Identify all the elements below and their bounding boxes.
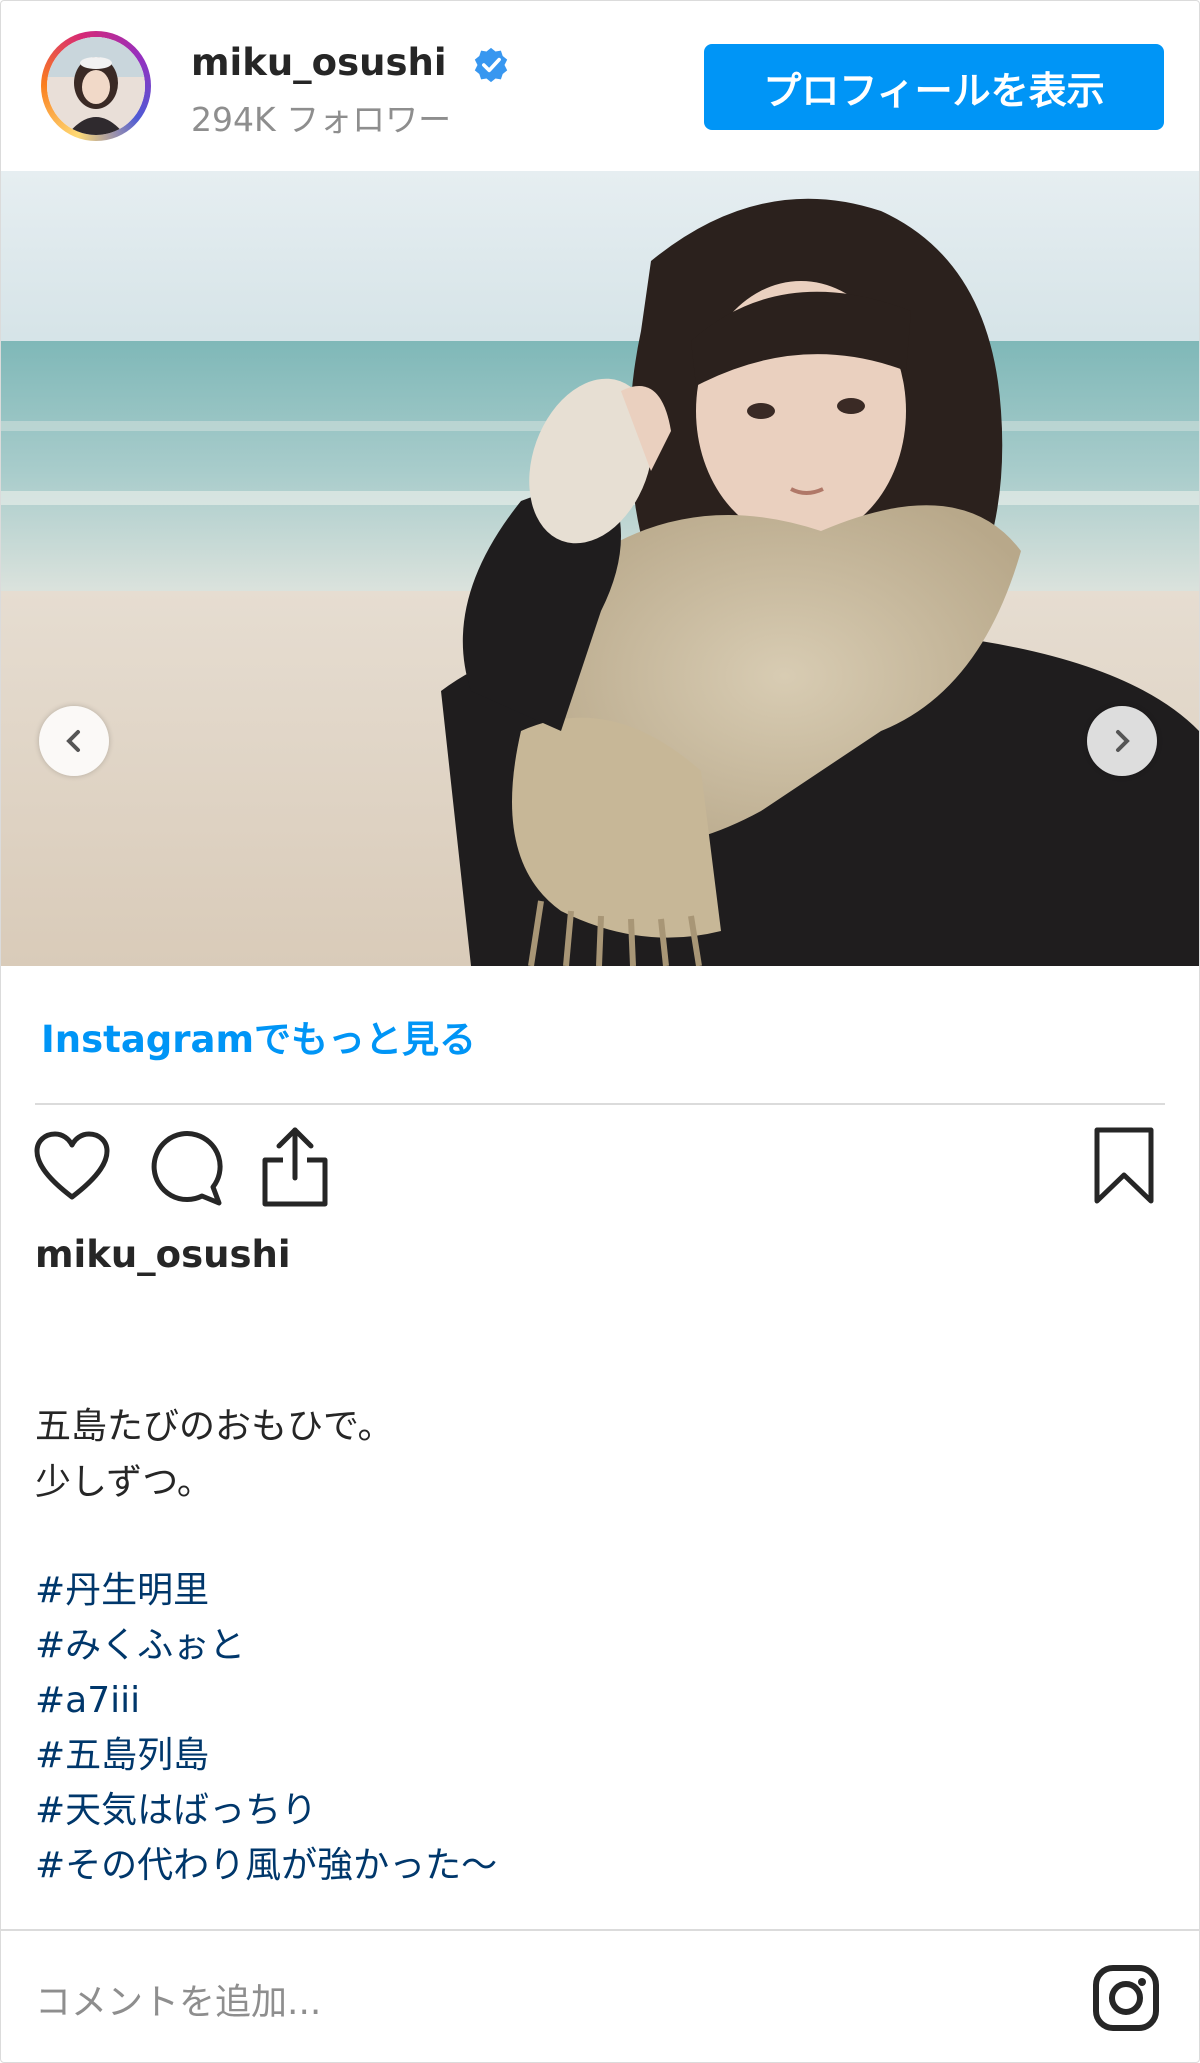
- divider: [35, 1103, 1165, 1105]
- hashtag-list: #丹生明里 #みくふぉと #a7iii #五島列島 #天気はばっちり #その代わ…: [35, 1563, 497, 1893]
- verified-badge-icon: [474, 47, 508, 83]
- bookmark-icon[interactable]: [1093, 1127, 1155, 1205]
- hashtag-link[interactable]: #みくふぉと: [35, 1618, 497, 1673]
- avatar[interactable]: [41, 31, 151, 141]
- share-icon[interactable]: [259, 1126, 331, 1208]
- divider: [1, 1929, 1199, 1931]
- next-image-button[interactable]: [1087, 706, 1157, 776]
- header-username[interactable]: miku_osushi: [191, 41, 447, 84]
- follower-count: 294K フォロワー: [191, 100, 452, 139]
- instagram-icon[interactable]: [1091, 1963, 1161, 2033]
- hashtag-link[interactable]: #天気はばっちり: [35, 1783, 497, 1838]
- heart-icon[interactable]: [33, 1131, 111, 1203]
- post-image[interactable]: [1, 171, 1199, 966]
- add-comment-field[interactable]: コメントを追加...: [35, 1973, 935, 2025]
- caption-username[interactable]: miku_osushi: [35, 1233, 291, 1276]
- hashtag-link[interactable]: #a7iii: [35, 1673, 497, 1728]
- chevron-left-icon: [66, 730, 80, 752]
- hashtag-link[interactable]: #丹生明里: [35, 1563, 497, 1618]
- hashtag-link[interactable]: #その代わり風が強かった〜: [35, 1838, 497, 1893]
- view-more-on-instagram-link[interactable]: Instagramでもっと見る: [41, 1009, 476, 1063]
- avatar-image: [47, 37, 145, 135]
- caption-line: 五島たびのおもひで。: [35, 1406, 394, 1447]
- comment-icon[interactable]: [147, 1131, 223, 1207]
- caption-line: 少しずつ。: [35, 1462, 213, 1503]
- chevron-right-icon: [1116, 730, 1130, 752]
- caption-text: 五島たびのおもひで。 少しずつ。: [35, 1399, 394, 1511]
- hashtag-link[interactable]: #五島列島: [35, 1728, 497, 1783]
- instagram-embed-card: miku_osushi 294K フォロワー プロフィールを表示 Instagr…: [0, 0, 1200, 2063]
- previous-image-button[interactable]: [39, 706, 109, 776]
- post-photo: [1, 171, 1199, 966]
- view-profile-button[interactable]: プロフィールを表示: [704, 44, 1164, 130]
- post-header: miku_osushi 294K フォロワー プロフィールを表示: [1, 1, 1199, 171]
